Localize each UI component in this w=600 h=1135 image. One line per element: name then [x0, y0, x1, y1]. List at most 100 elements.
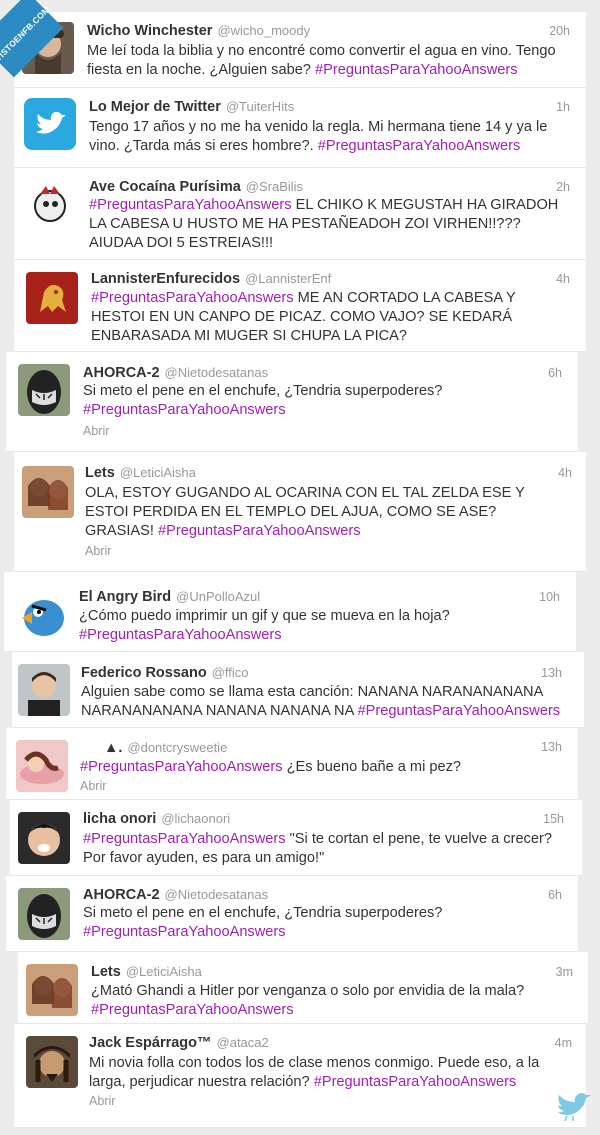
tweet-body: Si meto el pene en el enchufe, ¿Tendria …: [83, 383, 443, 399]
hashtag-link[interactable]: #PreguntasParaYahooAnswers: [80, 759, 283, 775]
tweet-feed: Wicho Winchester @wicho_moody 20h Me leí …: [0, 0, 600, 1135]
user-name[interactable]: Lets: [85, 465, 115, 481]
girls-photo-avatar[interactable]: [26, 964, 78, 1016]
user-name[interactable]: ▲.: [104, 740, 122, 756]
hashtag-link[interactable]: #PreguntasParaYahooAnswers: [83, 831, 286, 847]
tweet-card[interactable]: LannisterEnfurecidos @LannisterEnf 4h #Pr…: [14, 260, 586, 352]
twitter-bird-icon: [557, 1093, 591, 1122]
user-handle[interactable]: @LannisterEnf: [245, 271, 331, 286]
hashtag-link[interactable]: #PreguntasParaYahooAnswers: [83, 402, 286, 418]
tweet-card[interactable]: licha onori @lichaonori 15h #PreguntasPar…: [10, 800, 582, 876]
user-name[interactable]: Jack Espárrago™: [89, 1035, 212, 1051]
hashtag-link[interactable]: #PreguntasParaYahooAnswers: [318, 138, 521, 154]
tweet-body: Si meto el pene en el enchufe, ¿Tendria …: [83, 905, 443, 921]
user-handle[interactable]: @LeticiAisha: [126, 964, 202, 979]
user-handle[interactable]: @Nietodesatanas: [165, 365, 269, 380]
hashtag-link[interactable]: #PreguntasParaYahooAnswers: [79, 627, 282, 643]
tweet-text: #PreguntasParaYahooAnswers ¿Es bueno bañ…: [80, 758, 560, 777]
tweet-body: ¿Mató Ghandi a Hitler por venganza o sol…: [91, 983, 525, 999]
hashtag-link[interactable]: #PreguntasParaYahooAnswers: [89, 197, 292, 213]
user-handle[interactable]: @lichaonori: [161, 811, 230, 826]
user-handle[interactable]: @ataca2: [217, 1035, 269, 1050]
boy-face-avatar[interactable]: [18, 812, 70, 864]
hashtag-link[interactable]: #PreguntasParaYahooAnswers: [91, 1002, 294, 1018]
user-handle[interactable]: @LeticiAisha: [120, 465, 196, 480]
hashtag-link[interactable]: #PreguntasParaYahooAnswers: [358, 703, 561, 719]
tweet-card[interactable]: AHORCA-2 @Nietodesatanas 6h Si meto el pe…: [6, 352, 578, 452]
tweet-time[interactable]: 6h: [548, 366, 562, 380]
open-tweet-link[interactable]: Abrir: [85, 544, 111, 558]
tweet-time[interactable]: 6h: [548, 888, 562, 902]
open-tweet-link[interactable]: Abrir: [80, 779, 106, 793]
tweet-text: OLA, ESTOY GUGANDO AL OCARINA CON EL TAL…: [85, 484, 555, 541]
tweet-time[interactable]: 4h: [558, 466, 572, 480]
open-tweet-link[interactable]: Abrir: [83, 424, 109, 438]
user-name[interactable]: AHORCA-2: [83, 365, 160, 381]
tweet-time[interactable]: 15h: [543, 812, 564, 826]
tweet-text: ¿Mató Ghandi a Hitler por venganza o sol…: [91, 982, 541, 1020]
tweet-body: ¿Es bueno bañe a mi pez?: [286, 759, 462, 775]
hashtag-link[interactable]: #PreguntasParaYahooAnswers: [83, 924, 286, 940]
user-handle[interactable]: @ffico: [212, 665, 249, 680]
tweet-card[interactable]: Jack Espárrago™ @ataca2 4m Mi novia folla…: [14, 1024, 586, 1128]
tweet-text: Me leí toda la biblia y no encontré como…: [87, 42, 557, 80]
user-handle[interactable]: @dontcrysweetie: [127, 740, 227, 755]
cartoon-bird-avatar[interactable]: [24, 178, 76, 230]
masked-face-avatar[interactable]: [18, 364, 70, 416]
lion-sigil-avatar[interactable]: [26, 272, 78, 324]
user-name[interactable]: LannisterEnfurecidos: [91, 271, 240, 287]
tweet-card[interactable]: Lets @LeticiAisha 3m ¿Mató Ghandi a Hitle…: [18, 952, 588, 1024]
user-handle[interactable]: @Nietodesatanas: [165, 887, 269, 902]
tweet-card[interactable]: El Angry Bird @UnPolloAzul 10h ¿Cómo pued…: [4, 572, 576, 652]
user-name[interactable]: Federico Rossano: [81, 665, 207, 681]
tweet-time[interactable]: 13h: [541, 666, 562, 680]
pirate-avatar[interactable]: [26, 1036, 78, 1088]
user-name[interactable]: Lets: [91, 964, 121, 980]
girl-lying-avatar[interactable]: [16, 740, 68, 792]
tweet-text: #PreguntasParaYahooAnswers "Si te cortan…: [83, 830, 563, 868]
tweet-time[interactable]: 2h: [556, 180, 570, 194]
tweet-time[interactable]: 4h: [556, 272, 570, 286]
blue-bird-avatar[interactable]: [16, 588, 68, 640]
tweet-time[interactable]: 4m: [555, 1036, 572, 1050]
tweet-text: Alguien sabe como se llama esta canción:…: [81, 683, 561, 721]
tweet-text: Si meto el pene en el enchufe, ¿Tendria …: [83, 382, 463, 420]
open-tweet-link[interactable]: Abrir: [89, 1094, 115, 1108]
twitter-bird-avatar[interactable]: [24, 98, 76, 150]
man-photo-avatar[interactable]: [18, 664, 70, 716]
tweet-time[interactable]: 10h: [539, 590, 560, 604]
user-handle[interactable]: @wicho_moody: [217, 23, 310, 38]
tweet-card[interactable]: Ave Cocaína Purísima @SraBilis 2h #Pregun…: [14, 168, 586, 260]
tweet-card[interactable]: ▲. @dontcrysweetie 13h #PreguntasParaYaho…: [6, 728, 578, 800]
hashtag-link[interactable]: #PreguntasParaYahooAnswers: [158, 523, 361, 539]
user-name[interactable]: AHORCA-2: [83, 887, 160, 903]
tweet-card[interactable]: Lets @LeticiAisha 4h OLA, ESTOY GUGANDO A…: [14, 452, 586, 572]
tweet-text: Tengo 17 años y no me ha venido la regla…: [89, 118, 559, 156]
user-name[interactable]: Wicho Winchester: [87, 23, 212, 39]
tweet-text: ¿Cómo puedo imprimir un gif y que se mue…: [79, 607, 549, 645]
hashtag-link[interactable]: #PreguntasParaYahooAnswers: [91, 290, 294, 306]
tweet-card[interactable]: Federico Rossano @ffico 13h Alguien sabe …: [12, 652, 584, 728]
user-name[interactable]: Ave Cocaína Purísima: [89, 179, 241, 195]
user-name[interactable]: licha onori: [83, 811, 156, 827]
user-handle[interactable]: @SraBilis: [246, 179, 303, 194]
tweet-text: #PreguntasParaYahooAnswers EL CHIKO K ME…: [89, 196, 564, 253]
tweet-text: #PreguntasParaYahooAnswers ME AN CORTADO…: [91, 289, 561, 346]
masked-face-avatar[interactable]: [18, 888, 70, 940]
user-handle[interactable]: @TuiterHits: [226, 99, 294, 114]
user-name[interactable]: El Angry Bird: [79, 589, 171, 605]
tweet-card[interactable]: Lo Mejor de Twitter @TuiterHits 1h Tengo …: [14, 88, 586, 168]
tweet-text: Mi novia folla con todos los de clase me…: [89, 1054, 564, 1092]
girls-photo-avatar[interactable]: [22, 466, 74, 518]
tweet-time[interactable]: 13h: [541, 740, 562, 754]
user-handle[interactable]: @UnPolloAzul: [176, 589, 260, 604]
user-name[interactable]: Lo Mejor de Twitter: [89, 99, 221, 115]
tweet-time[interactable]: 3m: [556, 965, 573, 979]
tweet-card[interactable]: AHORCA-2 @Nietodesatanas 6h Si meto el pe…: [6, 876, 578, 952]
hashtag-link[interactable]: #PreguntasParaYahooAnswers: [314, 1074, 517, 1090]
tweet-time[interactable]: 1h: [556, 100, 570, 114]
tweet-card[interactable]: Wicho Winchester @wicho_moody 20h Me leí …: [14, 12, 586, 88]
tweet-text: Si meto el pene en el enchufe, ¿Tendria …: [83, 904, 463, 942]
tweet-time[interactable]: 20h: [549, 24, 570, 38]
hashtag-link[interactable]: #PreguntasParaYahooAnswers: [315, 62, 518, 78]
